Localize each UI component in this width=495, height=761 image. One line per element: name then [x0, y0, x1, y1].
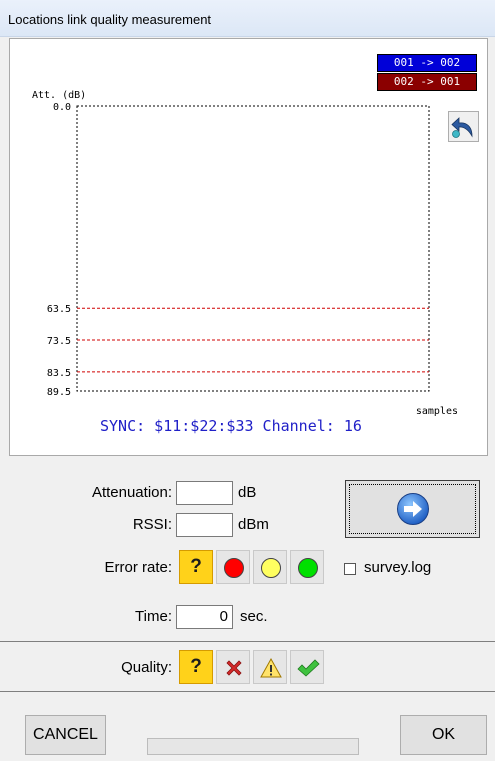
survey-log-checkbox[interactable]	[344, 563, 356, 575]
arrow-right-circle-icon	[397, 493, 429, 525]
window-title: Locations link quality measurement	[8, 12, 212, 27]
warning-triangle-icon	[260, 657, 282, 678]
y-tick-label: 83.5	[47, 368, 71, 379]
quality-warning[interactable]	[253, 650, 287, 684]
question-mark-icon: ?	[190, 656, 202, 677]
sync-channel-status: SYNC: $11:$22:$33 Channel: 16	[100, 417, 362, 435]
y-axis-label: Att. (dB)	[32, 90, 86, 101]
quality-label: Quality:	[121, 659, 172, 676]
y-tick-label: 89.5	[47, 387, 71, 398]
attenuation-field	[176, 481, 233, 505]
y-tick-label: 63.5	[47, 304, 71, 315]
x-axis-label: samples	[416, 406, 458, 417]
rssi-unit: dBm	[238, 516, 269, 533]
time-unit: sec.	[240, 608, 268, 625]
chart-legend: 001 -> 002 002 -> 001	[377, 54, 477, 92]
separator-top	[0, 641, 495, 642]
error-rate-indicators: ?	[179, 550, 327, 584]
y-tick-label: 0.0	[53, 102, 71, 113]
error-rate-green[interactable]	[290, 550, 324, 584]
error-rate-label: Error rate:	[104, 559, 172, 576]
red-x-icon	[226, 660, 242, 676]
ok-button[interactable]: OK	[400, 715, 487, 755]
green-check-icon	[297, 659, 320, 677]
time-field: 0	[176, 605, 233, 629]
start-measurement-button[interactable]	[345, 480, 480, 538]
plot-frame	[76, 105, 430, 392]
yellow-light-icon	[261, 558, 281, 578]
quality-bad[interactable]	[216, 650, 250, 684]
rssi-label: RSSI:	[132, 516, 172, 533]
legend-series-002-001: 002 -> 001	[377, 73, 477, 91]
rssi-field	[176, 513, 233, 537]
quality-good[interactable]	[290, 650, 324, 684]
survey-log-label: survey.log	[364, 559, 432, 576]
attenuation-label: Attenuation:	[91, 484, 172, 501]
quality-indicators: ?	[179, 650, 327, 684]
error-rate-unknown[interactable]: ?	[179, 550, 213, 584]
time-label: Time:	[135, 608, 172, 625]
y-tick-label: 73.5	[47, 336, 71, 347]
error-rate-yellow[interactable]	[253, 550, 287, 584]
green-light-icon	[298, 558, 318, 578]
progress-bar	[147, 738, 359, 755]
chart-panel: 0.0 63.5 73.5 83.5 89.5 Att. (dB) samples SYNC:…	[9, 38, 488, 456]
red-light-icon	[224, 558, 244, 578]
error-rate-red[interactable]	[216, 550, 250, 584]
separator-bottom	[0, 691, 495, 692]
window-titlebar: Locations link quality measurement	[0, 0, 495, 37]
question-mark-icon: ?	[190, 556, 202, 577]
attenuation-unit: dB	[238, 484, 257, 501]
attenuation-chart: 0.0 63.5 73.5 83.5 89.5 Att. (dB) samples SYNC:…	[32, 90, 458, 435]
undo-arrow-icon	[451, 117, 473, 138]
quality-unknown[interactable]: ?	[179, 650, 213, 684]
undo-button[interactable]	[448, 111, 479, 142]
legend-series-001-002: 001 -> 002	[377, 54, 477, 72]
cancel-button[interactable]: CANCEL	[25, 715, 106, 755]
